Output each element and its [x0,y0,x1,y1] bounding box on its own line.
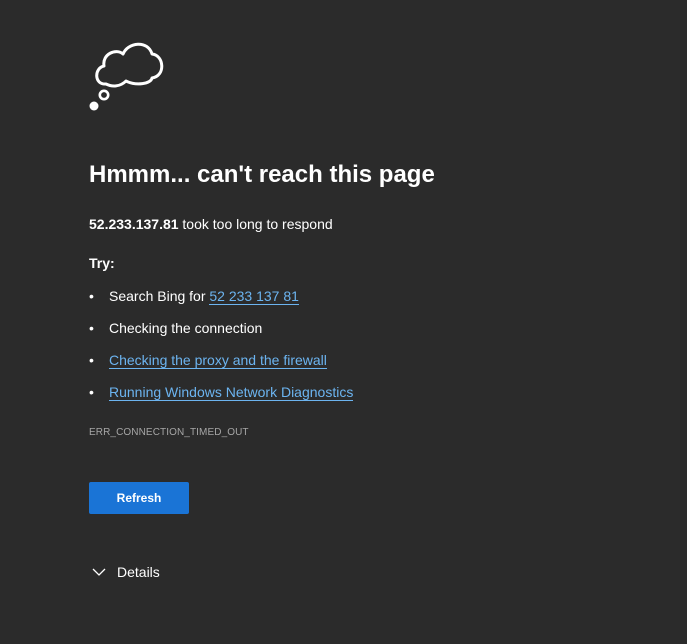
details-toggle[interactable]: Details [89,562,160,582]
error-code: ERR_CONNECTION_TIMED_OUT [89,427,249,438]
suggestion-list: • Search Bing for 52 233 137 81 • Checking… [89,287,354,415]
network-diagnostics-link[interactable]: Running Windows Network Diagnostics [109,384,354,401]
bullet-icon: • [89,384,94,400]
suggestion-search-bing: • Search Bing for 52 233 137 81 [89,287,353,319]
thought-cloud-icon [89,42,164,111]
bullet-icon: • [89,352,94,368]
error-summary: 52.233.137.81 took too long to respond [89,215,333,233]
page-title: Hmmm... can't reach this page [89,161,435,188]
error-message: took too long to respond [178,216,333,232]
suggestion-text: Checking the connection [109,320,263,336]
suggestion-check-connection: • Checking the connection [89,319,353,351]
refresh-button[interactable]: Refresh [89,482,189,514]
proxy-firewall-link[interactable]: Checking the proxy and the firewall [109,352,327,369]
host-address: 52.233.137.81 [89,216,179,232]
search-bing-link[interactable]: 52 233 137 81 [209,288,299,305]
details-label: Details [117,564,160,580]
suggestion-network-diagnostics: • Running Windows Network Diagnostics [89,383,354,415]
try-label: Try: [89,255,115,271]
bullet-icon: • [89,320,94,336]
chevron-down-icon [92,568,106,576]
suggestion-proxy-firewall: • Checking the proxy and the firewall [89,351,353,383]
bullet-icon: • [89,288,94,304]
suggestion-prefix: Search Bing for [109,288,210,304]
